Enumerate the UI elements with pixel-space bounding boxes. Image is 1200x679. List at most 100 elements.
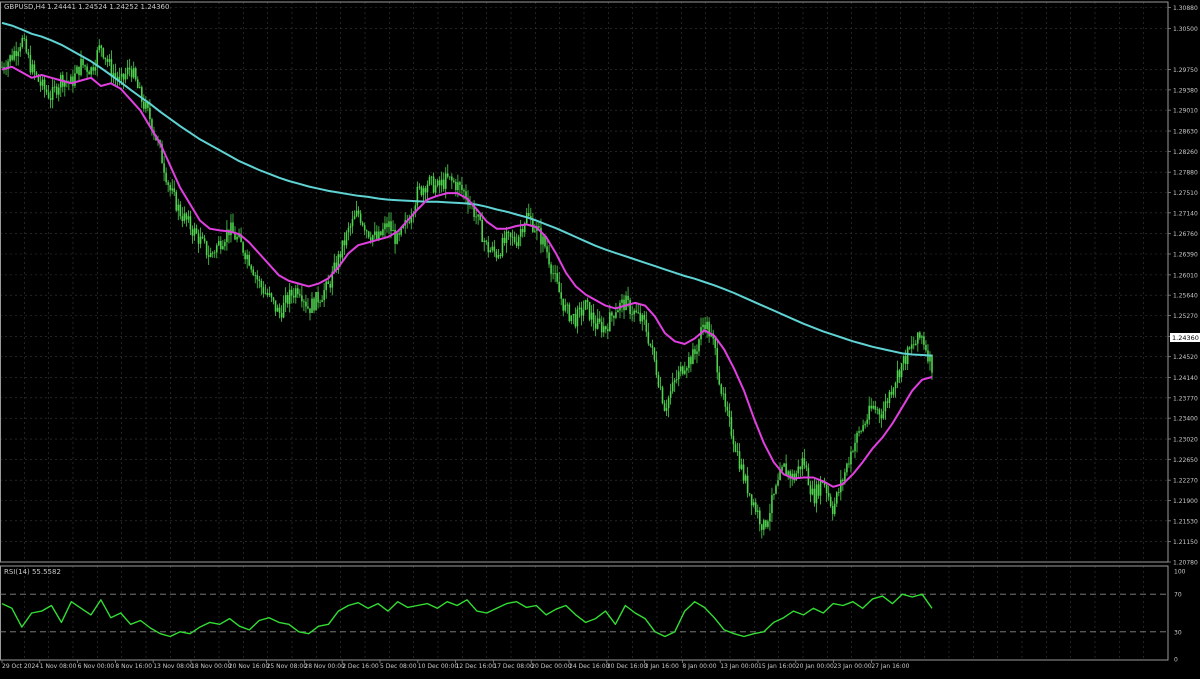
candle-body bbox=[598, 318, 601, 322]
candle-body bbox=[815, 484, 818, 504]
candle-body bbox=[297, 288, 299, 295]
candle-body bbox=[748, 493, 751, 495]
rsi-tick-label: 100 bbox=[1174, 569, 1186, 576]
candle-body bbox=[519, 228, 522, 237]
candle-body bbox=[621, 299, 623, 303]
candle-body bbox=[9, 55, 11, 62]
candle-body bbox=[754, 502, 757, 512]
time-tick-label: 18 Nov 00:00 bbox=[191, 663, 232, 670]
candle-body bbox=[860, 430, 862, 432]
candle-body bbox=[365, 230, 368, 232]
candle-body bbox=[558, 281, 560, 293]
candle-body bbox=[550, 264, 552, 274]
candle-body bbox=[698, 339, 700, 352]
price-tick-label: 1.25270 bbox=[1173, 313, 1198, 320]
candle-body bbox=[787, 471, 789, 475]
candle-body bbox=[643, 314, 646, 320]
candle-body bbox=[378, 231, 380, 239]
candle-body bbox=[94, 67, 97, 71]
candle-body bbox=[633, 310, 635, 315]
candle-body bbox=[627, 295, 629, 301]
candle-body bbox=[278, 307, 281, 313]
candle-body bbox=[86, 66, 88, 72]
price-tick-label: 1.23400 bbox=[1173, 416, 1198, 423]
candle-body bbox=[329, 283, 332, 288]
candle-body bbox=[80, 58, 82, 76]
candle-body bbox=[313, 298, 315, 311]
candle-body bbox=[244, 252, 246, 260]
time-tick-label: 15 Jan 16:00 bbox=[758, 663, 796, 670]
candle-body bbox=[145, 102, 147, 109]
candle-body bbox=[505, 231, 508, 244]
candle-body bbox=[594, 323, 597, 329]
candle-body bbox=[665, 408, 668, 411]
candle-body bbox=[74, 73, 76, 86]
candle-body bbox=[801, 458, 804, 470]
candle-body bbox=[576, 309, 579, 327]
candle-body bbox=[491, 246, 494, 251]
candle-body bbox=[392, 229, 394, 232]
candle-body bbox=[904, 355, 907, 364]
candle-body bbox=[305, 301, 307, 307]
candle-body bbox=[667, 397, 670, 409]
candle-body bbox=[35, 72, 38, 75]
time-tick-label: 28 Nov 00:00 bbox=[304, 663, 345, 670]
candle-body bbox=[635, 310, 637, 313]
candle-body bbox=[319, 301, 321, 303]
candle-body bbox=[840, 479, 842, 493]
candle-body bbox=[892, 388, 895, 395]
candle-body bbox=[856, 432, 858, 443]
price-tick-label: 1.27880 bbox=[1173, 170, 1198, 177]
candle-body bbox=[114, 73, 117, 77]
price-tick-label: 1.21900 bbox=[1173, 498, 1198, 505]
candle-body bbox=[511, 236, 514, 238]
candle-body bbox=[481, 219, 483, 242]
chart-canvas[interactable]: 1.30880 1.30500 1.29750 1.29380 1.29010 1.286… bbox=[0, 0, 1200, 675]
candle-body bbox=[734, 444, 737, 452]
price-tick-label: 1.21150 bbox=[1173, 539, 1198, 546]
candle-body bbox=[122, 73, 125, 80]
candle-body bbox=[463, 190, 465, 192]
candle-body bbox=[345, 232, 348, 246]
candle-body bbox=[272, 297, 275, 301]
time-tick-label: 25 Nov 08:00 bbox=[267, 663, 308, 670]
candle-body bbox=[763, 520, 765, 530]
candle-body bbox=[250, 265, 253, 270]
candle-body bbox=[485, 240, 488, 243]
price-tick-label: 1.26010 bbox=[1173, 272, 1198, 279]
candle-body bbox=[351, 219, 354, 227]
candle-body bbox=[130, 69, 133, 78]
candle-body bbox=[844, 472, 846, 482]
price-tick-label: 1.26390 bbox=[1173, 252, 1198, 259]
candle-body bbox=[299, 294, 301, 296]
candle-body bbox=[738, 451, 741, 469]
candle-body bbox=[442, 179, 445, 189]
candle-body bbox=[906, 347, 909, 364]
candle-body bbox=[82, 58, 84, 66]
trading-chart-window[interactable]: 1.30880 1.30500 1.29750 1.29380 1.29010 1.286… bbox=[0, 0, 1200, 675]
candle-body bbox=[663, 403, 666, 411]
price-tick-label: 1.22270 bbox=[1173, 478, 1198, 485]
candle-body bbox=[876, 409, 879, 411]
candle-body bbox=[453, 180, 455, 182]
candle-body bbox=[560, 292, 563, 299]
candle-body bbox=[165, 172, 167, 183]
rsi-tick-label: 0 bbox=[1174, 657, 1178, 664]
candle-body bbox=[756, 510, 759, 512]
candle-body bbox=[898, 370, 901, 378]
candle-body bbox=[177, 204, 180, 211]
candle-body bbox=[55, 86, 58, 95]
candle-body bbox=[562, 298, 565, 311]
symbol-timeframe: GBPUSD,H4 bbox=[4, 3, 46, 11]
price-tick-label: 1.23020 bbox=[1173, 437, 1198, 444]
candle-body bbox=[288, 289, 291, 304]
candle-body bbox=[752, 502, 755, 506]
candle-body bbox=[835, 492, 838, 504]
candle-body bbox=[771, 495, 773, 513]
candle-body bbox=[837, 492, 840, 494]
candle-body bbox=[189, 216, 192, 230]
candle-body bbox=[203, 238, 206, 242]
candle-body bbox=[286, 295, 289, 304]
candle-body bbox=[136, 79, 139, 89]
candle-body bbox=[448, 176, 451, 178]
